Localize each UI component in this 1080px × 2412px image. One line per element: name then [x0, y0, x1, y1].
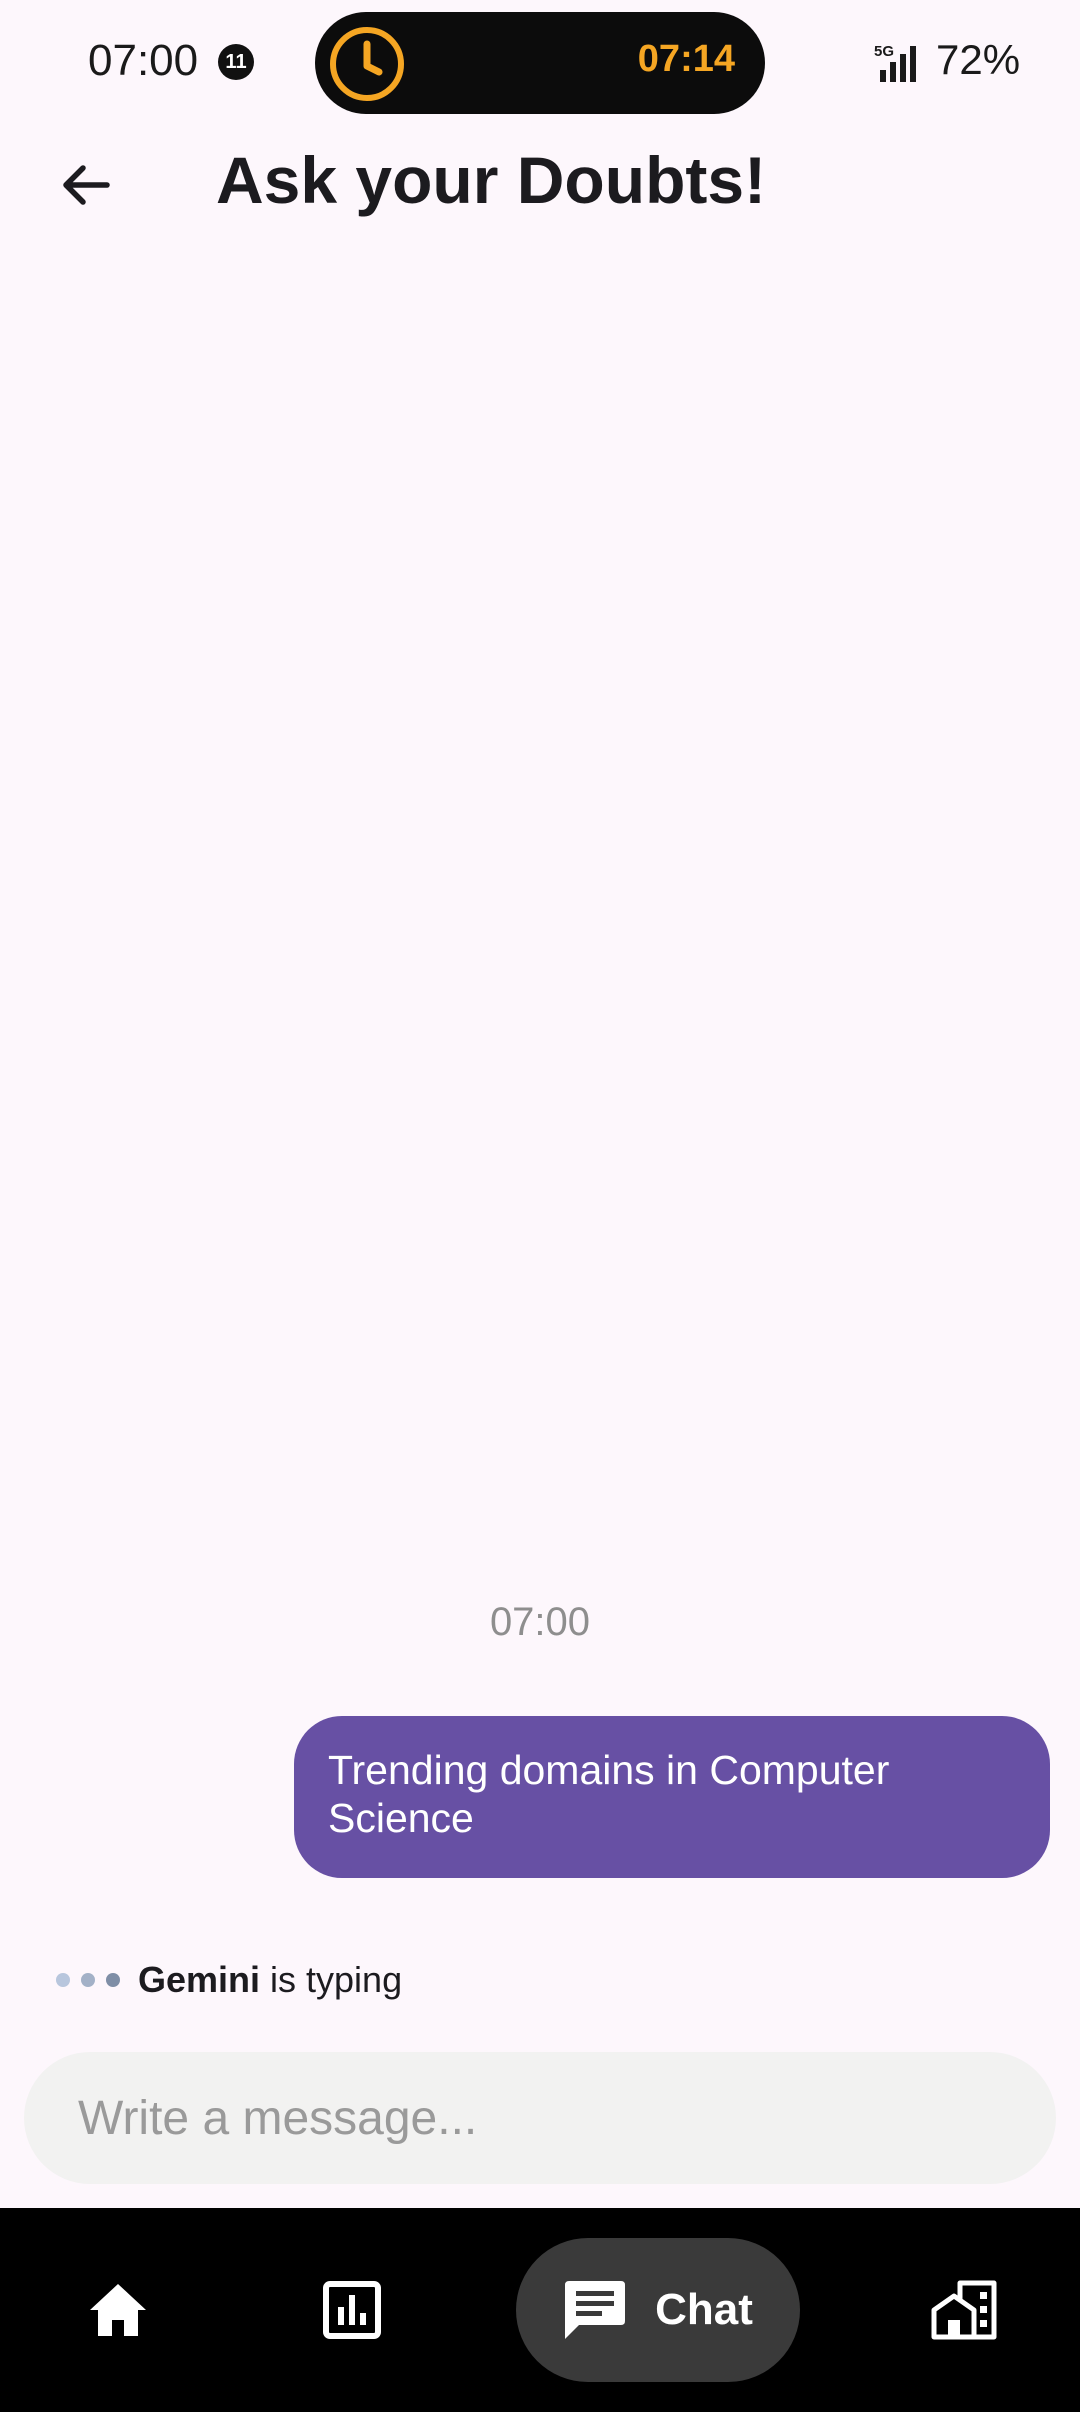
signal-5g-icon: 5G: [874, 43, 916, 82]
message-input[interactable]: [24, 2052, 1056, 2184]
status-bar: 07:00 11 07:14 5G 72%: [0, 0, 1080, 124]
nav-chat-button[interactable]: Chat: [516, 2238, 800, 2382]
typing-indicator: Gemini is typing: [56, 1952, 402, 2008]
typing-dot: [81, 1973, 95, 1987]
chat-timestamp: 07:00: [489, 1600, 591, 1644]
nav-organization-button[interactable]: [914, 2260, 1014, 2360]
typing-user-name: Gemini: [138, 1959, 261, 2000]
nav-stats-button[interactable]: [302, 2260, 402, 2360]
nav-chat-label: Chat: [655, 2285, 753, 2334]
battery-level: 72%: [936, 36, 1021, 83]
arrow-left-icon: [63, 165, 110, 205]
clock-icon: [330, 27, 404, 101]
typing-dot: [106, 1973, 120, 1987]
user-message-bubble[interactable]: Trending domains in Computer Science: [294, 1716, 1050, 1878]
chat-screen: 07:00 11 07:14 5G 72% Ask your Doubts! 0…: [0, 0, 1080, 2412]
typing-status-text: is typing: [270, 1959, 403, 2000]
timer-text: 07:14: [637, 38, 735, 80]
back-button[interactable]: [40, 140, 130, 230]
home-icon: [90, 2284, 146, 2336]
dynamic-island-timer[interactable]: 07:14: [315, 12, 765, 114]
notification-badge: 11: [218, 44, 254, 80]
bottom-navigation: Chat: [0, 2208, 1080, 2412]
typing-dot: [56, 1973, 70, 1987]
bar-chart-icon: [323, 2281, 381, 2339]
page-title: Ask your Doubts!: [216, 143, 767, 217]
chat-icon: [565, 2281, 626, 2339]
nav-home-button[interactable]: [68, 2260, 168, 2360]
status-time: 07:00: [88, 36, 199, 85]
organization-icon: [931, 2280, 997, 2340]
svg-text:5G: 5G: [874, 43, 894, 60]
app-bar: Ask your Doubts!: [0, 124, 1080, 236]
message-text: Trending domains in Computer Science: [328, 1747, 890, 1841]
